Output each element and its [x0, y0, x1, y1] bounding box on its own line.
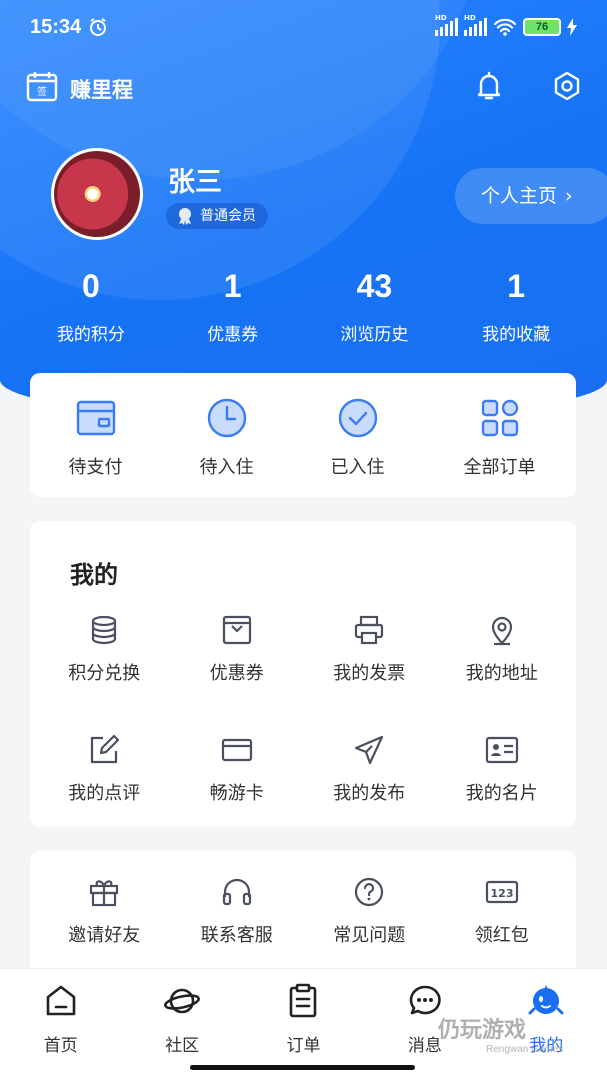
member-badge[interactable]: 普通会员 — [166, 203, 268, 229]
number-123-icon: 123 — [485, 880, 518, 904]
headset-icon — [222, 878, 251, 906]
grid-label: 畅游卡 — [209, 783, 264, 804]
printer-icon — [355, 615, 384, 645]
orders-card: 待支付 待入住 已入住 全部订单 — [30, 373, 576, 497]
stat-label: 我的积分 — [56, 325, 125, 345]
order-label: 待支付 — [68, 457, 123, 478]
top-nav: 签 赚里程 — [0, 62, 607, 112]
coupons-item[interactable]: 优惠券 — [171, 611, 304, 731]
order-pending-payment[interactable]: 待支付 — [30, 373, 161, 497]
order-checked-in[interactable]: 已入住 — [292, 373, 423, 497]
tab-label: 订单 — [286, 1036, 321, 1056]
gift-icon — [90, 880, 119, 907]
tab-home[interactable]: 首页 — [0, 969, 121, 1080]
stat-coupons[interactable]: 1 优惠券 — [162, 268, 304, 345]
my-posts-item[interactable]: 我的发布 — [303, 731, 436, 851]
location-icon — [491, 616, 512, 646]
brand-name[interactable]: 赚里程 — [70, 74, 133, 104]
tab-orders[interactable]: 订单 — [243, 969, 364, 1080]
stat-value: 1 — [223, 268, 242, 304]
chevron-right-icon: › — [565, 185, 573, 207]
grid-icon — [481, 399, 518, 437]
grid-label: 我的发票 — [333, 663, 406, 684]
charging-icon — [567, 18, 577, 36]
order-label: 全部订单 — [463, 457, 536, 478]
alarm-icon — [90, 18, 106, 36]
stat-value: 1 — [507, 268, 526, 304]
coins-icon — [92, 615, 117, 645]
stat-label: 我的收藏 — [482, 325, 551, 345]
calendar-sign-icon: 签 — [26, 72, 58, 102]
question-icon — [355, 877, 384, 907]
medal-icon — [179, 208, 191, 225]
check-circle-icon — [338, 398, 377, 438]
stats-row: 0 我的积分 1 优惠券 43 浏览历史 1 我的收藏 — [20, 268, 587, 345]
grid-label: 联系客服 — [200, 925, 273, 946]
battery-icon: 76 — [523, 18, 561, 36]
status-bar: 15:34 HD HD 76 — [0, 0, 607, 60]
send-icon — [355, 735, 384, 765]
status-time: 15:34 — [30, 16, 82, 38]
card-icon — [221, 738, 252, 762]
watermark-subtitle: Rengwan Games — [486, 1044, 564, 1055]
svg-text:123: 123 — [490, 887, 513, 900]
more-card: 邀请好友 联系客服 常见问题 123 领红包 — [30, 851, 576, 981]
points-exchange-item[interactable]: 积分兑换 — [38, 611, 171, 731]
clipboard-icon — [290, 983, 317, 1018]
clock-icon — [207, 398, 246, 438]
homepage-label: 个人主页 — [481, 185, 558, 207]
invoice-item[interactable]: 我的发票 — [303, 611, 436, 731]
order-all[interactable]: 全部订单 — [423, 373, 576, 497]
mine-card: 我的 积分兑换 优惠券 我的发票 我的地址 我的点评 畅游卡 我的发布 我的名片 — [30, 521, 576, 827]
reviews-item[interactable]: 我的点评 — [38, 731, 171, 851]
tab-community[interactable]: 社区 — [121, 969, 242, 1080]
grid-label: 常见问题 — [333, 925, 406, 946]
svg-text:签: 签 — [37, 85, 47, 98]
stat-points[interactable]: 0 我的积分 — [20, 268, 162, 345]
edit-icon — [91, 734, 120, 764]
tab-label: 社区 — [165, 1036, 200, 1056]
stat-value: 43 — [356, 268, 393, 304]
order-label: 待入住 — [199, 457, 254, 478]
home-indicator[interactable] — [190, 1065, 415, 1070]
bell-icon[interactable] — [473, 70, 505, 102]
wifi-icon — [493, 18, 517, 36]
address-item[interactable]: 我的地址 — [436, 611, 569, 731]
tab-label: 首页 — [43, 1036, 78, 1056]
grid-label: 积分兑换 — [68, 663, 141, 684]
business-card-item[interactable]: 我的名片 — [436, 731, 569, 851]
wallet-icon — [76, 400, 115, 436]
avatar[interactable] — [51, 148, 143, 240]
section-title: 我的 — [70, 561, 118, 589]
order-label: 已入住 — [330, 457, 385, 478]
gear-icon[interactable] — [551, 70, 583, 102]
grid-label: 我的点评 — [68, 783, 141, 804]
username: 张三 — [168, 167, 222, 198]
signal-icon: HD — [464, 14, 487, 36]
mine-grid: 积分兑换 优惠券 我的发票 我的地址 我的点评 畅游卡 我的发布 我的名片 — [38, 611, 568, 851]
grid-label: 优惠券 — [209, 663, 264, 684]
order-pending-checkin[interactable]: 待入住 — [161, 373, 292, 497]
personal-homepage-button[interactable]: 个人主页 › — [455, 168, 607, 224]
stat-value: 0 — [81, 268, 100, 304]
grid-label: 领红包 — [474, 925, 529, 946]
home-icon — [46, 985, 75, 1016]
grid-label: 我的地址 — [465, 663, 538, 684]
grid-label: 邀请好友 — [68, 925, 141, 946]
mascot-icon — [528, 985, 564, 1015]
planet-icon — [164, 988, 201, 1014]
stat-label: 优惠券 — [207, 325, 259, 345]
id-card-icon — [485, 736, 518, 764]
grid-label: 我的发布 — [333, 783, 406, 804]
stat-label: 浏览历史 — [340, 325, 409, 345]
stat-history[interactable]: 43 浏览历史 — [304, 268, 446, 345]
stat-favorites[interactable]: 1 我的收藏 — [445, 268, 587, 345]
coupon-icon — [222, 615, 251, 645]
member-level: 普通会员 — [200, 208, 256, 224]
travel-card-item[interactable]: 畅游卡 — [171, 731, 304, 851]
grid-label: 我的名片 — [465, 783, 538, 804]
watermark: 仍玩游戏 — [438, 1018, 527, 1043]
signal-icon: HD — [435, 14, 458, 36]
